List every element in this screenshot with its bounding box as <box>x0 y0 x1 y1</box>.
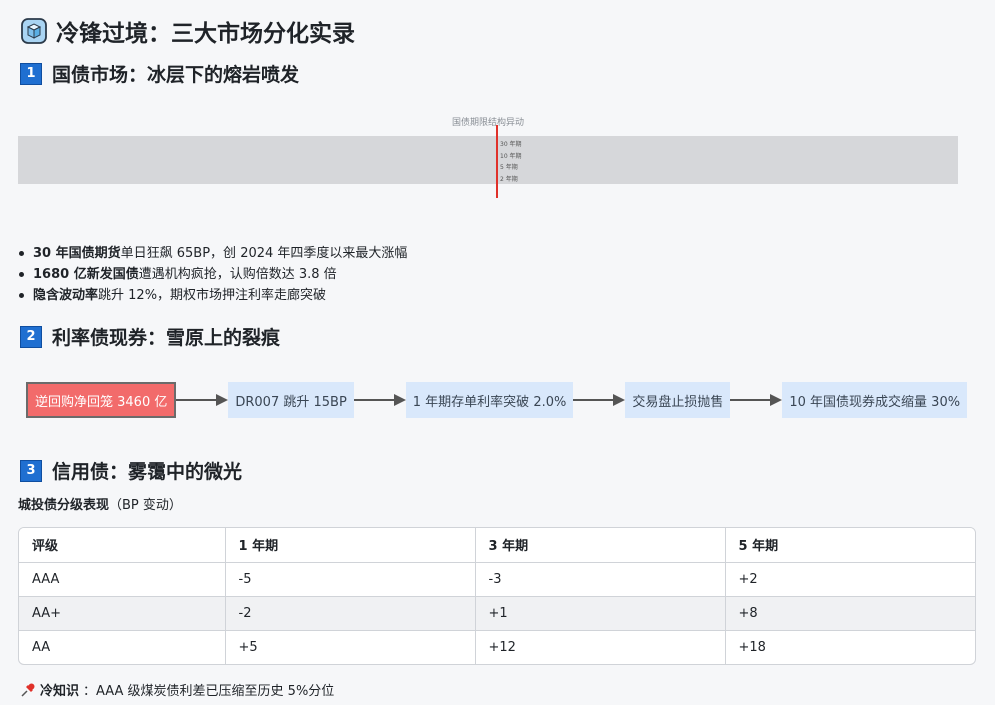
credit-table: 评级 1 年期 3 年期 5 年期 AAA -5 -3 +2 AA+ -2 +1… <box>18 527 976 665</box>
table-caption-rest: （BP 变动） <box>109 498 182 513</box>
table-caption-bold: 城投债分级表现 <box>18 498 110 513</box>
rate-flow-diagram: 逆回购净回笼 3460 亿 DR007 跳升 15BP 1 年期存单利率突破 2… <box>26 382 968 418</box>
table-cell: +8 <box>725 596 975 631</box>
legend-item: 2 年期 <box>500 175 518 183</box>
list-item: 30 年国债期货单日狂飙 65BP，创 2024 年四季度以来最大涨幅 <box>18 243 407 264</box>
fun-fact-label: 冷知识 <box>40 684 80 699</box>
bullet-text: 单日狂飙 65BP，创 2024 年四季度以来最大涨幅 <box>120 246 408 261</box>
column-header: 1 年期 <box>225 528 476 563</box>
flow-node: 交易盘止损抛售 <box>625 382 731 418</box>
bullet-bold: 30 年国债期货 <box>33 246 121 261</box>
fun-fact-text: ：AAA 级煤炭债利差已压缩至历史 5%分位 <box>83 684 335 699</box>
section-heading-1: 1 国债市场：冰层下的熔岩喷发 <box>20 60 299 87</box>
table-caption: 城投债分级表现（BP 变动） <box>18 494 182 513</box>
section-number-badge: 1 <box>20 62 42 85</box>
pushpin-icon <box>21 683 35 697</box>
column-header: 评级 <box>19 528 226 563</box>
page-title: 冷锋过境：三大市场分化实录 <box>20 14 355 48</box>
arrow-right-icon <box>176 394 229 406</box>
list-item: 1680 亿新发国债遭遇机构疯抢，认购倍数达 3.8 倍 <box>18 264 407 285</box>
table-header-row: 评级 1 年期 3 年期 5 年期 <box>19 528 975 563</box>
chart-marker-line <box>496 125 498 198</box>
column-header: 5 年期 <box>725 528 975 563</box>
list-item: 隐含波动率跳升 12%，期权市场押注利率走廊突破 <box>18 285 407 306</box>
legend-item: 30 年期 <box>500 141 522 148</box>
section-title: 信用债：雾霭中的微光 <box>52 461 243 483</box>
page-title-text: 冷锋过境：三大市场分化实录 <box>56 21 355 47</box>
bullet-bold: 隐含波动率 <box>33 288 99 303</box>
chart-title: 国债期限结构异动 <box>451 118 524 128</box>
table-cell: -2 <box>225 596 476 631</box>
arrow-right-icon <box>573 394 626 406</box>
section-title: 国债市场：冰层下的熔岩喷发 <box>52 64 300 86</box>
table-cell: -3 <box>475 562 726 597</box>
legend-item: 5 年期 <box>500 164 518 171</box>
bond-market-bullets: 30 年国债期货单日狂飙 65BP，创 2024 年四季度以来最大涨幅 1680… <box>18 243 407 306</box>
table-cell: AA+ <box>19 596 226 631</box>
table-cell: +12 <box>475 630 726 664</box>
fun-fact: 冷知识 ：AAA 级煤炭债利差已压缩至历史 5%分位 <box>20 680 334 699</box>
ice-cube-icon <box>21 18 47 44</box>
table-cell: +18 <box>738 639 766 655</box>
flow-node: 逆回购净回笼 3460 亿 <box>26 382 177 418</box>
table-row: AA +5 +12 +18 <box>19 630 975 664</box>
bullet-text: 遭遇机构疯抢，认购倍数达 3.8 倍 <box>138 267 337 282</box>
flow-node: 10 年国债现券成交缩量 30% <box>782 382 968 418</box>
flow-node: 1 年期存单利率突破 2.0% <box>405 382 574 418</box>
section-title: 利率债现券：雪原上的裂痕 <box>52 327 281 349</box>
flow-node: DR007 跳升 15BP <box>228 382 354 418</box>
term-structure-chart: 国债期限结构异动 30 年期 10 年期 5 年期 2 年期 <box>18 110 958 205</box>
chart-band <box>18 136 958 184</box>
table-cell: +5 <box>225 630 476 664</box>
arrow-right-icon <box>353 394 406 406</box>
chart-legend: 30 年期 10 年期 5 年期 2 年期 <box>500 139 522 185</box>
section-heading-3: 3 信用债：雾霭中的微光 <box>20 457 242 484</box>
bullet-bold: 1680 亿新发国债 <box>33 267 139 282</box>
section-number-badge: 3 <box>20 459 42 482</box>
table-cell: +2 <box>725 562 975 597</box>
legend-item: 10 年期 <box>500 152 522 160</box>
arrow-right-icon <box>730 394 783 406</box>
column-header: 3 年期 <box>475 528 726 563</box>
table-row: AAA -5 -3 +2 <box>19 562 975 597</box>
table-cell: AA <box>19 630 226 664</box>
table-cell: AAA <box>19 562 226 597</box>
section-number-badge: 2 <box>20 325 42 348</box>
table-cell: +1 <box>475 596 726 631</box>
section-heading-2: 2 利率债现券：雪原上的裂痕 <box>20 323 280 350</box>
table-cell: -5 <box>225 562 476 597</box>
table-row: AA+ -2 +1 +8 <box>19 596 975 631</box>
bullet-text: 跳升 12%，期权市场押注利率走廊突破 <box>98 288 327 303</box>
